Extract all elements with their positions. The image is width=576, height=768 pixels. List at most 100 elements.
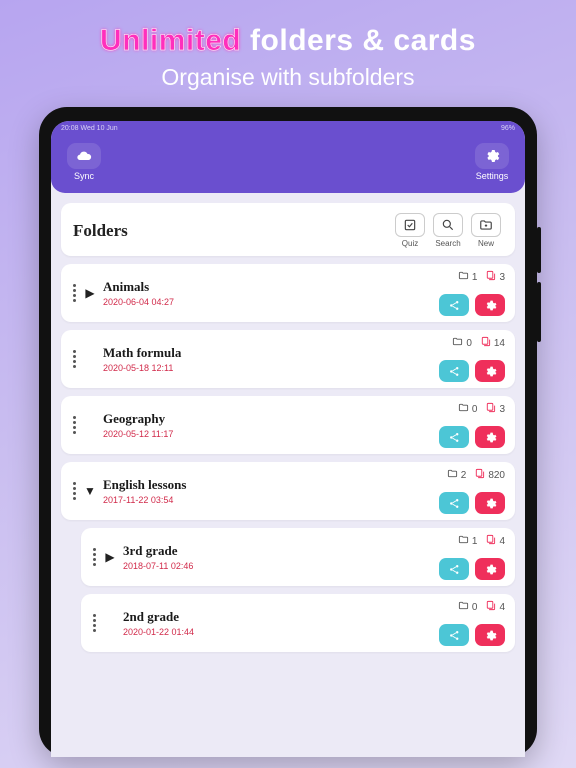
folder-name: 3rd grade xyxy=(123,543,193,559)
drag-handle[interactable] xyxy=(87,614,101,632)
subfolder-count: 0 xyxy=(472,602,478,613)
share-button[interactable] xyxy=(439,624,469,646)
sync-label: Sync xyxy=(74,171,94,181)
folder-name: English lessons xyxy=(103,477,186,493)
card-count: 820 xyxy=(488,470,505,481)
cards-icon xyxy=(485,600,496,614)
hero-accent: Unlimited xyxy=(100,24,241,57)
row-settings-button[interactable] xyxy=(475,492,505,514)
page-title: Folders xyxy=(73,221,128,241)
content-area: Folders Quiz Search xyxy=(51,193,525,757)
folder-counts: 2820 xyxy=(447,468,505,482)
folder-icon xyxy=(452,336,463,350)
folder-row[interactable]: 2nd grade 2020-01-22 01:44 0 4 xyxy=(81,594,515,652)
tablet-frame: 20:08 Wed 10 Jun 96% Sync Settings Folde… xyxy=(39,107,537,757)
folder-info: 3rd grade 2018-07-11 02:46 xyxy=(119,543,193,571)
cards-icon xyxy=(480,336,491,350)
share-button[interactable] xyxy=(439,492,469,514)
folder-info: English lessons 2017-11-22 03:54 xyxy=(99,477,186,505)
cards-icon xyxy=(485,402,496,416)
subfolder-count: 1 xyxy=(472,536,478,547)
card-count: 14 xyxy=(494,338,505,349)
folder-counts: 03 xyxy=(458,402,505,416)
folder-info: Geography 2020-05-12 11:17 xyxy=(99,411,173,439)
folder-date: 2020-05-12 11:17 xyxy=(103,429,173,439)
drag-handle[interactable] xyxy=(67,284,81,302)
folder-row[interactable]: ▶Animals2020-06-04 04:2713 xyxy=(61,264,515,322)
search-icon xyxy=(433,213,463,237)
card-count: 4 xyxy=(499,536,505,547)
sync-button[interactable]: Sync xyxy=(67,143,101,181)
folder-counts: 14 xyxy=(458,534,505,548)
folder-name: Geography xyxy=(103,411,173,427)
settings-button[interactable]: Settings xyxy=(475,143,509,181)
folder-row[interactable]: Math formula 2020-05-18 12:11 0 14 xyxy=(61,330,515,388)
settings-label: Settings xyxy=(476,171,509,181)
row-settings-button[interactable] xyxy=(475,426,505,448)
expand-toggle[interactable]: ▶ xyxy=(101,550,119,564)
status-bar: 20:08 Wed 10 Jun 96% xyxy=(51,121,525,135)
status-right: 96% xyxy=(501,125,515,132)
cards-icon xyxy=(485,534,496,548)
search-label: Search xyxy=(435,239,460,248)
cards-icon xyxy=(485,270,496,284)
gear-icon xyxy=(475,143,509,169)
subfolder-count: 0 xyxy=(472,404,478,415)
drag-handle[interactable] xyxy=(67,350,81,368)
folder-date: 2017-11-22 03:54 xyxy=(103,495,186,505)
cards-icon xyxy=(474,468,485,482)
drag-handle[interactable] xyxy=(67,416,81,434)
folder-date: 2020-05-18 12:11 xyxy=(103,363,181,373)
check-icon xyxy=(395,213,425,237)
folder-icon xyxy=(458,402,469,416)
subfolder-count: 1 xyxy=(472,272,478,283)
quiz-label: Quiz xyxy=(402,239,418,248)
share-button[interactable] xyxy=(439,558,469,580)
quiz-button[interactable]: Quiz xyxy=(393,213,427,248)
share-button[interactable] xyxy=(439,360,469,382)
card-count: 3 xyxy=(499,272,505,283)
folder-date: 2020-01-22 01:44 xyxy=(123,627,194,637)
subfolder-count: 0 xyxy=(466,338,472,349)
folder-icon xyxy=(458,600,469,614)
app-bar: Sync Settings xyxy=(51,135,525,193)
share-button[interactable] xyxy=(439,294,469,316)
folder-icon xyxy=(447,468,458,482)
folder-info: 2nd grade 2020-01-22 01:44 xyxy=(119,609,194,637)
folder-counts: 0 14 xyxy=(452,336,505,350)
new-button[interactable]: New xyxy=(469,213,503,248)
row-settings-button[interactable] xyxy=(475,360,505,382)
folder-row[interactable]: Geography2020-05-12 11:1703 xyxy=(61,396,515,454)
folder-row[interactable]: ▶3rd grade2018-07-11 02:4614 xyxy=(81,528,515,586)
folder-date: 2018-07-11 02:46 xyxy=(123,561,193,571)
folder-name: Math formula xyxy=(103,345,181,361)
card-count: 4 xyxy=(499,602,505,613)
folder-date: 2020-06-04 04:27 xyxy=(103,297,174,307)
status-left: 20:08 Wed 10 Jun xyxy=(61,125,118,132)
drag-handle[interactable] xyxy=(67,482,81,500)
hero-rest: folders & cards xyxy=(241,24,476,57)
row-settings-button[interactable] xyxy=(475,294,505,316)
folder-list: ▶Animals2020-06-04 04:2713Math formula20… xyxy=(61,264,515,652)
list-header: Folders Quiz Search xyxy=(61,203,515,256)
folder-icon xyxy=(458,534,469,548)
row-settings-button[interactable] xyxy=(475,624,505,646)
new-label: New xyxy=(478,239,494,248)
cloud-icon xyxy=(67,143,101,169)
expand-toggle[interactable]: ▼ xyxy=(81,484,99,498)
card-count: 3 xyxy=(499,404,505,415)
new-folder-icon xyxy=(471,213,501,237)
folder-row[interactable]: ▼ English lessons 2017-11-22 03:54 2820 xyxy=(61,462,515,520)
share-button[interactable] xyxy=(439,426,469,448)
hero-sub: Organise with subfolders xyxy=(100,64,476,91)
tablet-screen: 20:08 Wed 10 Jun 96% Sync Settings Folde… xyxy=(51,121,525,757)
search-button[interactable]: Search xyxy=(431,213,465,248)
row-settings-button[interactable] xyxy=(475,558,505,580)
folder-counts: 13 xyxy=(458,270,505,284)
folder-name: 2nd grade xyxy=(123,609,194,625)
folder-info: Math formula 2020-05-18 12:11 xyxy=(99,345,181,373)
drag-handle[interactable] xyxy=(87,548,101,566)
folder-name: Animals xyxy=(103,279,174,295)
folder-icon xyxy=(458,270,469,284)
expand-toggle[interactable]: ▶ xyxy=(81,286,99,300)
